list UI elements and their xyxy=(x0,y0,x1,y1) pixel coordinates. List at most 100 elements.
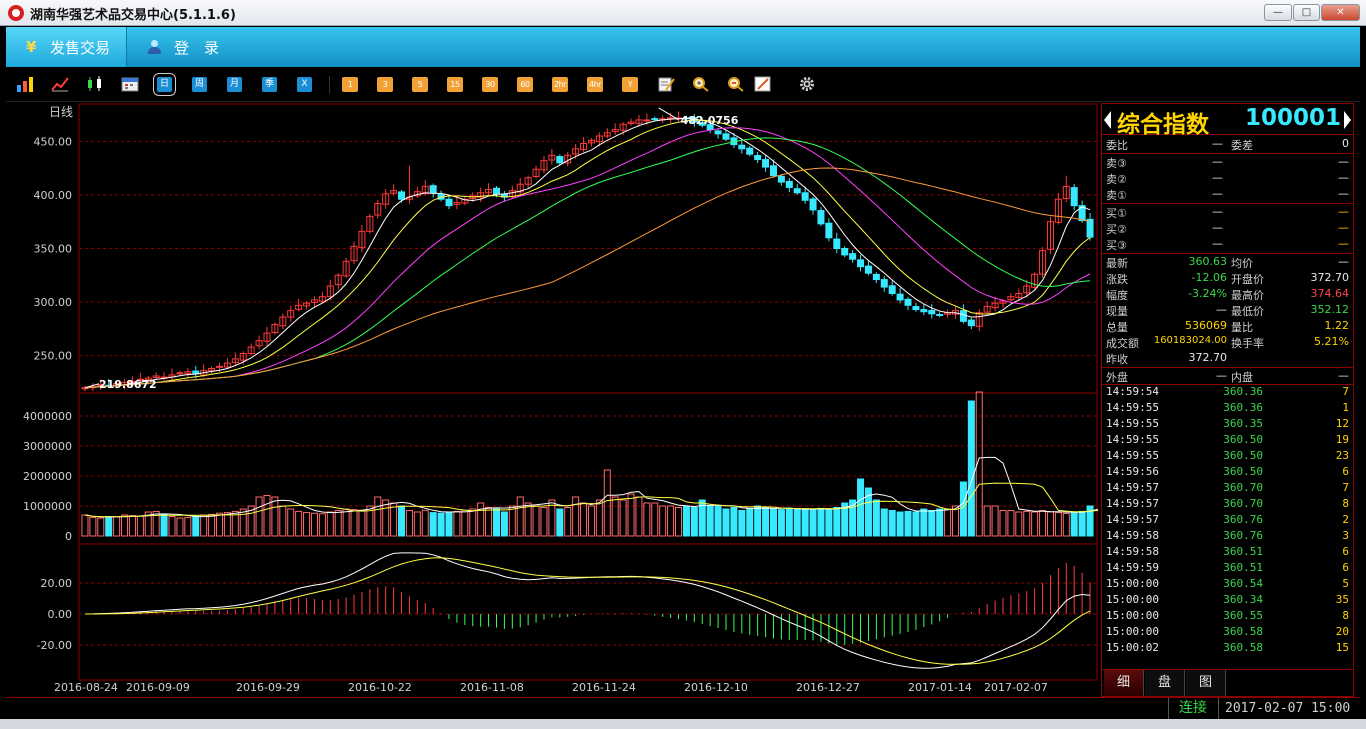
bar-chart-icon[interactable] xyxy=(16,76,34,92)
trade-volume: 6 xyxy=(1342,561,1349,574)
candle-body xyxy=(904,298,912,306)
tab-chart[interactable]: 图 xyxy=(1186,670,1226,696)
bid-label: 买① xyxy=(1106,207,1127,220)
minimize-button[interactable]: — xyxy=(1264,4,1292,21)
volume-bar xyxy=(730,507,738,537)
trade-price: 360.50 xyxy=(1223,449,1263,462)
volume-bar xyxy=(714,505,722,537)
ask-volume: — xyxy=(1338,171,1349,184)
volume-bar xyxy=(928,510,936,537)
edit-icon[interactable] xyxy=(657,76,675,92)
date-tick-label: 2016-10-22 xyxy=(348,681,412,694)
volume-bar xyxy=(817,507,825,537)
latest-label: 最新 xyxy=(1106,257,1128,270)
candle-body xyxy=(215,365,224,368)
price-tick-label: 450.00 xyxy=(34,135,73,148)
trade-time: 14:59:58 xyxy=(1106,545,1159,558)
period-week-button[interactable]: 周 xyxy=(192,77,207,92)
weibi-label: 委比 xyxy=(1106,139,1128,152)
prev-symbol-icon[interactable] xyxy=(1104,111,1111,129)
main-menu-bar: ¥ 发售交易 登 录 xyxy=(6,27,1360,67)
date-tick-label: 2016-08-24 xyxy=(54,681,118,694)
trade-price: 360.50 xyxy=(1223,433,1263,446)
trade-price: 360.58 xyxy=(1223,625,1263,638)
period-day-button[interactable]: 日 xyxy=(153,73,176,96)
date-tick-label: 2016-12-10 xyxy=(684,681,748,694)
volume-tick-label: 3000000 xyxy=(23,440,72,453)
volume-bar xyxy=(769,508,777,537)
calendar-icon[interactable] xyxy=(121,76,139,92)
chart-toolbar: 日 周 月 季 X 1 3 5 15 30 60 2hr 4hr Y xyxy=(6,68,1360,102)
weibi-row: 委比 — 委差 0 xyxy=(1102,136,1353,152)
period-60min-button[interactable]: 60 xyxy=(517,77,533,92)
amount-label: 成交额 xyxy=(1106,337,1139,350)
trade-time: 14:59:56 xyxy=(1106,465,1159,478)
tab-depth[interactable]: 盘 xyxy=(1145,670,1185,696)
kline-chart[interactable]: 日线 450.00 400.00 350.00 300.00 250.00 482.075… xyxy=(6,103,1100,697)
candle-body xyxy=(809,198,817,211)
amplitude-label: 幅度 xyxy=(1106,289,1128,302)
volume-tick-label: 1000000 xyxy=(23,500,72,513)
date-tick-label: 2016-11-24 xyxy=(572,681,636,694)
high-price-label: 482.0756 xyxy=(681,114,739,127)
trade-time: 14:59:55 xyxy=(1106,433,1159,446)
period-30min-button[interactable]: 30 xyxy=(482,77,498,92)
period-year-button[interactable]: Y xyxy=(622,77,638,92)
bid-label: 买② xyxy=(1106,223,1127,236)
date-tick-label: 2016-09-29 xyxy=(236,681,300,694)
candle-body xyxy=(769,165,777,177)
volume-bar xyxy=(801,509,809,537)
price-tick-label: 350.00 xyxy=(34,243,73,256)
volume-bar xyxy=(896,511,904,537)
period-x-button[interactable]: X xyxy=(297,77,312,92)
date-tick-label: 2017-01-14 xyxy=(908,681,972,694)
period-1min-button[interactable]: 1 xyxy=(342,77,358,92)
zoom-out-icon[interactable] xyxy=(727,76,745,92)
line-chart-icon[interactable] xyxy=(51,76,69,92)
trade-time: 14:59:55 xyxy=(1106,449,1159,462)
period-month-button[interactable]: 月 xyxy=(227,77,242,92)
trade-row: 14:59:55 360.50 19 xyxy=(1102,433,1353,449)
candle-body xyxy=(880,279,888,288)
trade-time: 15:00:02 xyxy=(1106,641,1159,654)
ask-volume: — xyxy=(1338,155,1349,168)
period-5min-button[interactable]: 5 xyxy=(412,77,428,92)
trade-volume: 12 xyxy=(1335,417,1349,430)
volume-bar xyxy=(437,512,445,537)
trade-row: 14:59:58 360.51 6 xyxy=(1102,545,1353,561)
weicha-value: 0 xyxy=(1342,137,1349,150)
latest-value: 360.63 xyxy=(1188,255,1228,268)
next-symbol-icon[interactable] xyxy=(1344,111,1351,129)
trade-volume: 1 xyxy=(1342,401,1349,414)
maximize-button[interactable]: □ xyxy=(1293,4,1320,21)
tab-login[interactable]: 登 录 xyxy=(144,27,244,67)
tab-sell-trade[interactable]: ¥ 发售交易 xyxy=(6,27,127,67)
close-button[interactable]: ✕ xyxy=(1321,4,1360,21)
tab-detail[interactable]: 细 xyxy=(1104,670,1144,696)
price-tick-label: 250.00 xyxy=(34,350,73,363)
candle-chart-icon[interactable] xyxy=(86,76,104,92)
trade-price: 360.51 xyxy=(1223,545,1263,558)
trade-volume: 19 xyxy=(1335,433,1349,446)
period-quarter-button[interactable]: 季 xyxy=(262,77,277,92)
trade-row: 15:00:00 360.58 20 xyxy=(1102,625,1353,641)
period-4hr-button[interactable]: 4hr xyxy=(587,77,603,92)
period-2hr-button[interactable]: 2hr xyxy=(552,77,568,92)
zoom-in-icon[interactable] xyxy=(692,76,710,92)
inner-label: 内盘 xyxy=(1231,371,1253,384)
prev-close-value: 372.70 xyxy=(1188,351,1228,364)
period-3min-button[interactable]: 3 xyxy=(377,77,393,92)
stat-row: 成交额 160183024.00 换手率 5.21% xyxy=(1102,334,1353,350)
connection-status: 连接 xyxy=(1168,698,1218,719)
trade-price: 360.36 xyxy=(1223,385,1263,398)
period-15min-button[interactable]: 15 xyxy=(447,77,463,92)
trade-price: 360.51 xyxy=(1223,561,1263,574)
volume-bar xyxy=(959,481,967,537)
settings-icon[interactable] xyxy=(798,76,816,92)
volume-bar xyxy=(936,508,944,537)
volume-ratio-value: 1.22 xyxy=(1324,319,1350,332)
trade-time: 15:00:00 xyxy=(1106,609,1159,622)
draw-icon[interactable] xyxy=(754,76,772,92)
volume-tick-label: 4000000 xyxy=(23,410,72,423)
volume-bar xyxy=(105,516,113,537)
